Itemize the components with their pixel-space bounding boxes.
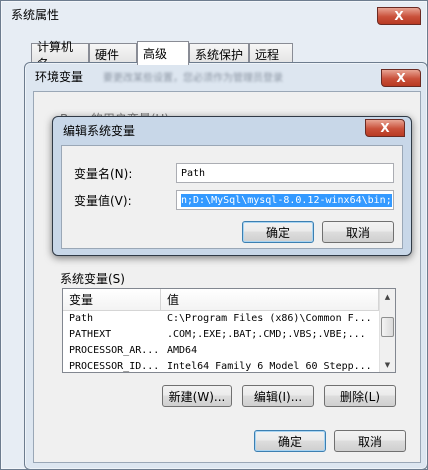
system-variables-table[interactable]: 变量 值 Path C:\Program Files (x86)\Common …	[62, 288, 396, 373]
column-header-variable[interactable]: 变量	[63, 289, 161, 310]
tab-label: 硬件	[95, 48, 120, 62]
button-label: 取消	[357, 434, 382, 449]
row-variable-value: .COM;.EXE;.BAT;.CMD;.VBS;.VBE;...	[167, 329, 366, 340]
environment-variables-close-button[interactable]: X	[381, 69, 421, 87]
button-label: 确定	[265, 225, 290, 240]
variable-name-label: 变量名(N):	[74, 167, 133, 181]
tab-advanced[interactable]: 高级	[137, 41, 189, 65]
system-variables-label: 系统变量(S)	[60, 272, 125, 286]
system-properties-titlebar[interactable]: 系统属性	[1, 1, 427, 27]
new-variable-button[interactable]: 新建(W)...	[162, 385, 232, 407]
close-icon: X	[394, 9, 404, 23]
close-icon: X	[380, 121, 390, 135]
table-row[interactable]: PROCESSOR_ID... Intel64 Family 6 Model 6…	[63, 361, 379, 373]
row-variable-value: Intel64 Family 6 Model 60 Stepp...	[167, 361, 372, 372]
row-variable-name: PATHEXT	[69, 329, 112, 340]
variable-value-text: n;D:\MySql\mysql-8.0.12-winx64\bin;	[181, 193, 392, 207]
variable-value-input[interactable]: n;D:\MySql\mysql-8.0.12-winx64\bin;	[176, 190, 394, 210]
edit-dialog-title: 编辑系统变量	[63, 123, 136, 138]
environment-variables-title: 环境变量	[35, 69, 84, 84]
table-row[interactable]: PATHEXT .COM;.EXE;.BAT;.CMD;.VBS;.VBE;..…	[63, 329, 379, 345]
variable-name-input[interactable]: Path	[176, 163, 394, 183]
delete-variable-button[interactable]: 删除(L)	[324, 385, 396, 407]
variable-name-text: Path	[181, 167, 206, 179]
edit-dialog-body: 变量名(N): Path 变量值(V): n;D:\MySql\mysql-8.…	[61, 145, 403, 249]
environment-variables-titlebar[interactable]: 环境变量 要更改某些设置，您必须作为管理员登录	[25, 63, 427, 89]
tab-label: 高级	[143, 47, 168, 61]
button-label: 确定	[277, 434, 302, 449]
variable-value-label: 变量值(V):	[74, 194, 132, 208]
row-variable-value: AMD64	[167, 345, 198, 356]
button-label: 编辑(I)...	[253, 389, 303, 404]
table-scrollbar[interactable]: ▲ ▼	[379, 289, 395, 372]
blurred-admin-hint: 要更改某些设置，您必须作为管理员登录	[103, 72, 284, 84]
close-icon: X	[396, 71, 406, 85]
tab-label: 远程	[255, 48, 280, 62]
column-header-value[interactable]: 值	[161, 289, 379, 310]
edit-dialog-titlebar[interactable]: 编辑系统变量	[53, 117, 411, 143]
environment-ok-button[interactable]: 确定	[254, 430, 326, 452]
edit-ok-button[interactable]: 确定	[242, 221, 314, 243]
button-label: 删除(L)	[339, 389, 381, 404]
table-header: 变量 值	[63, 289, 379, 311]
scroll-down-icon[interactable]: ▼	[380, 357, 395, 372]
edit-variable-button[interactable]: 编辑(I)...	[242, 385, 314, 407]
row-variable-name: PROCESSOR_AR...	[69, 345, 160, 356]
scroll-up-icon[interactable]: ▲	[380, 289, 395, 304]
button-label: 取消	[345, 225, 370, 240]
button-label: 新建(W)...	[168, 389, 226, 404]
edit-cancel-button[interactable]: 取消	[322, 221, 394, 243]
edit-dialog-close-button[interactable]: X	[365, 119, 405, 137]
row-variable-value: C:\Program Files (x86)\Common F...	[167, 313, 372, 324]
system-properties-title: 系统属性	[11, 7, 60, 22]
tab-label: 系统保护	[195, 48, 244, 62]
edit-system-variable-dialog: 编辑系统变量 X 变量名(N): Path 变量值(V): n;D:\MySql…	[52, 116, 412, 256]
row-variable-name: Path	[69, 313, 94, 324]
environment-cancel-button[interactable]: 取消	[334, 430, 406, 452]
scrollbar-thumb[interactable]	[381, 317, 394, 337]
table-row[interactable]: PROCESSOR_AR... AMD64	[63, 345, 379, 361]
row-variable-name: PROCESSOR_ID...	[69, 361, 160, 372]
system-properties-close-button[interactable]: X	[377, 7, 421, 25]
table-row[interactable]: Path C:\Program Files (x86)\Common F...	[63, 313, 379, 329]
